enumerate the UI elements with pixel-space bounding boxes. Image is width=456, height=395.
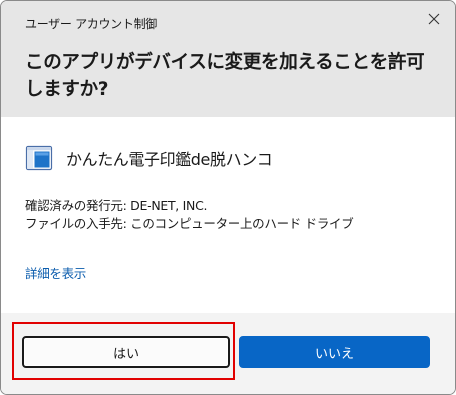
yes-button[interactable]: はい xyxy=(22,336,230,368)
origin-text: ファイルの入手先: このコンピューター上のハード ドライブ xyxy=(25,216,354,231)
app-window-icon xyxy=(25,145,53,171)
publisher-text: 確認済みの発行元: DE-NET, INC. xyxy=(25,198,208,213)
show-details-link[interactable]: 詳細を表示 xyxy=(25,263,86,282)
close-icon xyxy=(428,13,440,25)
dialog-headline: このアプリがデバイスに変更を加えることを許可しますか? xyxy=(25,52,425,100)
app-info: 確認済みの発行元: DE-NET, INC. ファイルの入手先: このコンピュー… xyxy=(25,197,354,233)
no-button[interactable]: いいえ xyxy=(239,336,430,368)
app-row: かんたん電子印鑑de脱ハンコ xyxy=(25,142,273,174)
dialog-header: ユーザー アカウント制御 このアプリがデバイスに変更を加えることを許可しますか? xyxy=(1,1,455,117)
app-name: かんたん電子印鑑de脱ハンコ xyxy=(66,150,273,169)
dialog-title: ユーザー アカウント制御 xyxy=(25,17,157,31)
close-button[interactable] xyxy=(419,5,449,33)
